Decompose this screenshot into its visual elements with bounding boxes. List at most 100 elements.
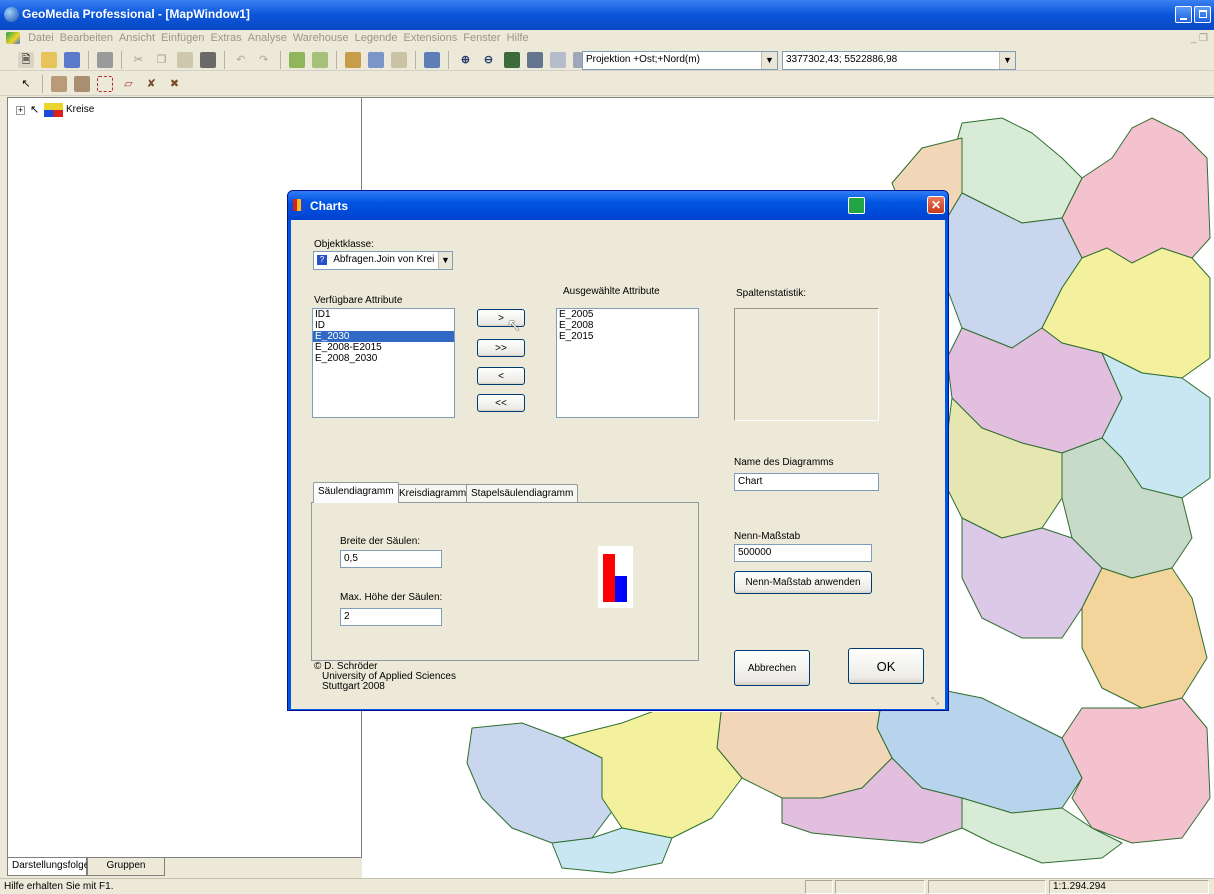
menu-item-warehouse[interactable]: Warehouse <box>290 30 352 46</box>
menu-item-ansicht[interactable]: Ansicht <box>116 30 158 46</box>
remove-all-button[interactable]: << <box>477 394 525 412</box>
zoom-in-icon[interactable]: ⊕ <box>457 52 473 68</box>
mdi-controls-icon: _ ❒ <box>1190 33 1208 44</box>
list-item[interactable]: ID <box>313 320 454 331</box>
bar-height-label: Max. Höhe der Säulen: <box>340 592 443 603</box>
bar-chart-tab-page: Breite der Säulen: 0,5 Max. Höhe der Säu… <box>311 502 699 661</box>
remove-attribute-button[interactable]: < <box>477 367 525 385</box>
scale-input[interactable]: 500000 <box>734 544 872 562</box>
list-item-selected[interactable]: E_2030 <box>313 331 454 342</box>
coordinates-value: 3377302,43; 5522886,98 <box>786 54 898 65</box>
object-class-select[interactable]: ? Abfragen.Join von Krei ▼ <box>313 251 453 270</box>
menu-item-bearbeiten[interactable]: Bearbeiten <box>57 30 116 46</box>
menu-item-einfügen[interactable]: Einfügen <box>158 30 207 46</box>
dialog-title-bar: Charts ✕ <box>288 191 948 220</box>
minimize-button[interactable] <box>1175 6 1192 23</box>
maximize-button[interactable] <box>1194 6 1211 23</box>
bar-width-input[interactable]: 0,5 <box>340 550 442 568</box>
chart-name-input[interactable]: Chart <box>734 473 879 491</box>
list-item[interactable]: E_2008-E2015 <box>313 342 454 353</box>
deselect-icon[interactable]: ✖ <box>166 76 182 92</box>
menu-item-analyse[interactable]: Analyse <box>245 30 290 46</box>
main-toolbar: 🗎 ✂ ❐ ↶ ↷ ⊕ ⊖ Projektion +Ost;+Nord(m) ▼… <box>0 49 1214 71</box>
camera-icon[interactable] <box>199 52 216 68</box>
app-title-bar: GeoMedia Professional - [MapWindow1] <box>0 0 1214 30</box>
available-attributes-list[interactable]: ID1 ID E_2030 E_2008-E2015 E_2008_2030 <box>312 308 455 418</box>
query-icon[interactable] <box>345 52 362 68</box>
status-scale: 1:1.294.294 <box>1049 880 1209 894</box>
projection-combo[interactable]: Projektion +Ost;+Nord(m) ▼ <box>582 51 778 70</box>
selected-attributes-list[interactable]: E_2005 E_2008 E_2015 <box>556 308 699 418</box>
close-button[interactable]: ✕ <box>927 196 945 214</box>
zoom-out-icon[interactable]: ⊖ <box>481 52 497 68</box>
list-item[interactable]: E_2005 <box>557 309 698 320</box>
open-icon[interactable] <box>41 52 58 68</box>
mouse-cursor-icon: ↖ <box>507 316 522 335</box>
select-polygon-icon[interactable]: ▱ <box>120 76 136 92</box>
redo-icon[interactable]: ↷ <box>256 52 272 68</box>
map-region <box>1081 567 1208 709</box>
tab-pie-chart[interactable]: Kreisdiagramm <box>394 484 472 502</box>
print-icon[interactable] <box>97 52 114 68</box>
chevron-down-icon[interactable]: ▼ <box>761 52 777 69</box>
menu-item-extensions[interactable]: Extensions <box>400 30 460 46</box>
tab-groups[interactable]: Gruppen <box>87 858 165 876</box>
list-item[interactable]: ID1 <box>313 309 454 320</box>
menu-item-fenster[interactable]: Fenster <box>460 30 503 46</box>
layer-style-icon <box>44 103 63 117</box>
coordinates-combo[interactable]: 3377302,43; 5522886,98 ▼ <box>782 51 1016 70</box>
resize-grip-icon[interactable]: ⤡ <box>931 696 939 707</box>
panel-tabs: Darstellungsfolge Gruppen <box>7 858 362 876</box>
select-feature-icon[interactable]: ✘ <box>143 76 159 92</box>
paste-icon[interactable] <box>176 52 193 68</box>
menu-item-extras[interactable]: Extras <box>207 30 244 46</box>
cut-icon[interactable]: ✂ <box>130 52 146 68</box>
print-dialog-icon[interactable] <box>848 197 865 214</box>
menu-item-hilfe[interactable]: Hilfe <box>504 30 532 46</box>
list-item[interactable]: E_2008_2030 <box>313 353 454 364</box>
add-all-button[interactable]: >> <box>477 339 525 357</box>
projection-value: Projektion +Ost;+Nord(m) <box>586 54 700 65</box>
fit-selected-icon[interactable] <box>549 52 566 68</box>
tab-display-order[interactable]: Darstellungsfolge <box>7 858 89 876</box>
fit-all-icon[interactable] <box>526 52 543 68</box>
analysis-icon[interactable] <box>368 52 385 68</box>
cancel-button[interactable]: Abbrechen <box>734 650 810 686</box>
window-icon[interactable] <box>424 52 441 68</box>
apply-scale-button[interactable]: Nenn-Maßstab anwenden <box>734 571 872 594</box>
status-cell <box>835 880 925 894</box>
window-title: GeoMedia Professional - [MapWindow1] <box>22 7 250 21</box>
ok-button[interactable]: OK <box>848 648 924 684</box>
bar-height-input[interactable]: 2 <box>340 608 442 626</box>
status-bar: Hilfe erhalten Sie mit F1. 1:1.294.294 <box>0 878 1214 894</box>
expand-icon[interactable]: + <box>16 106 25 115</box>
dialog-title: Charts <box>310 199 349 213</box>
copy-icon[interactable]: ❐ <box>153 52 169 68</box>
select-tool-2-icon[interactable] <box>74 76 91 92</box>
list-item[interactable]: E_2015 <box>557 331 698 342</box>
chevron-down-icon[interactable]: ▼ <box>999 52 1015 69</box>
bar-chart-preview <box>598 546 633 608</box>
map-region <box>1061 697 1211 844</box>
link-icon[interactable] <box>391 52 408 68</box>
feature-edit-icon[interactable] <box>311 52 328 68</box>
new-icon[interactable]: 🗎 <box>18 52 34 68</box>
save-icon[interactable] <box>64 52 81 68</box>
list-item[interactable]: E_2008 <box>557 320 698 331</box>
selected-attributes-label: Ausgewählte Attribute <box>563 286 660 297</box>
select-rectangle-icon[interactable] <box>97 76 114 92</box>
select-tool-icon[interactable] <box>51 76 68 92</box>
select-pointer-icon[interactable]: ↖ <box>18 76 34 92</box>
feature-icon[interactable] <box>288 52 305 68</box>
legend-layer-name[interactable]: Kreise <box>66 104 94 115</box>
preview-bar-red <box>603 554 615 602</box>
chart-dialog-icon <box>293 199 305 211</box>
tab-bar-chart[interactable]: Säulendiagramm <box>313 482 399 503</box>
undo-icon[interactable]: ↶ <box>233 52 249 68</box>
chevron-down-icon[interactable]: ▼ <box>438 252 452 269</box>
menu-item-legende[interactable]: Legende <box>352 30 401 46</box>
pan-icon[interactable] <box>503 52 520 68</box>
preview-bar-blue <box>615 576 627 602</box>
tab-stacked-bar-chart[interactable]: Stapelsäulendiagramm <box>466 484 579 502</box>
menu-item-datei[interactable]: Datei <box>25 30 57 46</box>
